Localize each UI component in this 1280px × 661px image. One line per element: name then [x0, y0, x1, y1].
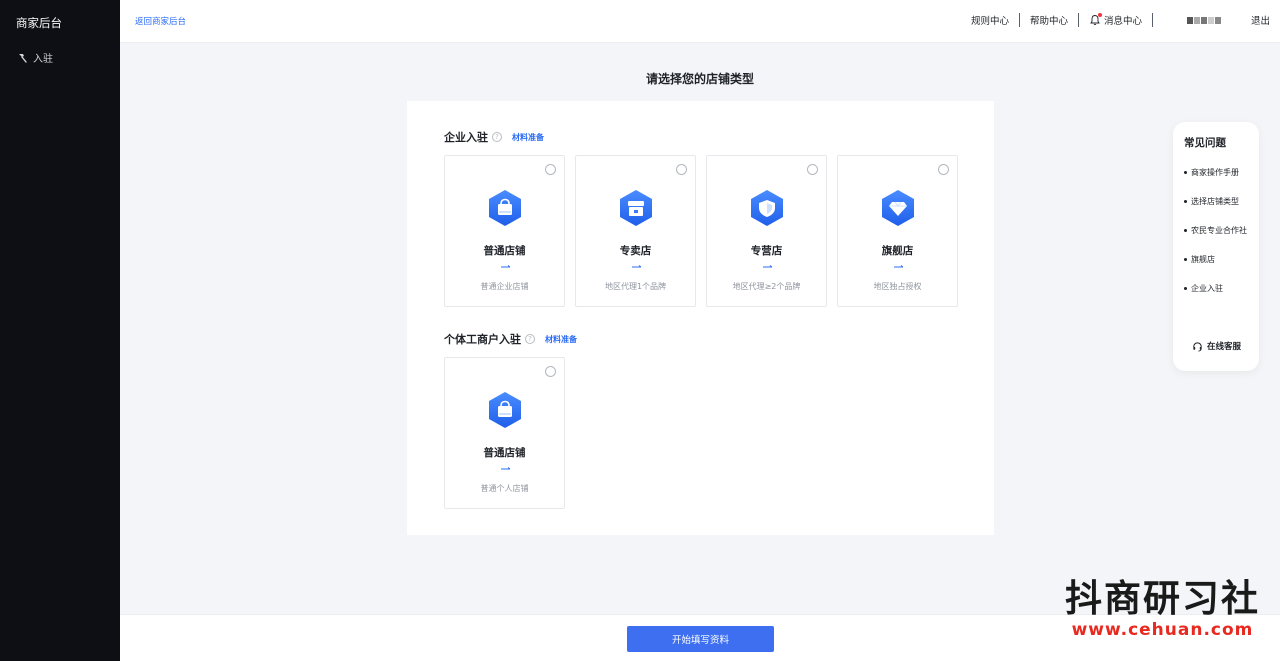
card-title: 专卖店: [619, 245, 652, 257]
question-icon[interactable]: ?: [525, 334, 535, 344]
radio-button[interactable]: [545, 164, 556, 175]
watermark: 抖商研习社 www.cehuan.com: [1065, 577, 1260, 641]
enterprise-section-header: 企业入驻 ? 材料准备: [444, 129, 544, 145]
brand-title: 商家后台: [16, 16, 62, 30]
store-card-individual-standard[interactable]: 普通店铺 普通个人店铺: [444, 357, 565, 509]
online-service-button[interactable]: 在线客服: [1192, 340, 1241, 352]
shield-icon: [751, 190, 783, 226]
nav-message-center[interactable]: 消息中心: [1089, 13, 1142, 27]
user-avatar[interactable]: [1186, 16, 1221, 24]
card-description: 普通个人店铺: [480, 484, 529, 493]
headset-icon: [1193, 341, 1202, 351]
faq-item[interactable]: 选择店铺类型: [1184, 195, 1254, 208]
faq-item[interactable]: 企业入驻: [1184, 282, 1254, 295]
nav-divider: [1077, 13, 1079, 27]
faq-title: 常见问题: [1184, 137, 1226, 149]
bag-icon: [489, 190, 521, 226]
start-fill-button[interactable]: 开始填写资料: [627, 626, 774, 652]
back-to-admin-link[interactable]: 返回商家后台: [135, 15, 186, 27]
arrow-icon: [501, 467, 511, 470]
arrow-icon: [501, 265, 511, 268]
notification-dot: [1097, 13, 1102, 17]
faq-panel: 常见问题 商家操作手册 选择店铺类型 农民专业合作社 旗舰店 企业入驻 在线客服: [1173, 122, 1259, 371]
faq-item[interactable]: 旗舰店: [1184, 253, 1254, 266]
sidebar-item-onboarding[interactable]: 入驻: [16, 50, 53, 65]
section-title: 企业入驻: [444, 131, 488, 144]
store-card-franchise[interactable]: 专营店 地区代理≥2个品牌: [706, 155, 827, 307]
radio-button[interactable]: [938, 164, 949, 175]
card-title: 普通店铺: [483, 245, 526, 257]
card-description: 地区代理1个品牌: [604, 282, 667, 291]
card-title: 旗舰店: [881, 245, 914, 257]
faq-item[interactable]: 农民专业合作社: [1184, 224, 1254, 237]
card-description: 地区代理≥2个品牌: [732, 282, 801, 291]
bell-icon: [1089, 13, 1102, 26]
materials-link[interactable]: 材料准备: [512, 132, 544, 143]
card-title: 专营店: [750, 245, 783, 257]
store-card-standard[interactable]: 普通店铺 普通企业店铺: [444, 155, 565, 307]
card-title: 普通店铺: [483, 447, 526, 459]
watermark-url: www.cehuan.com: [1071, 620, 1254, 640]
faq-list: 商家操作手册 选择店铺类型 农民专业合作社 旗舰店 企业入驻: [1184, 166, 1254, 311]
card-description: 地区独占授权: [873, 282, 922, 291]
arrow-icon: [632, 265, 642, 268]
nav-divider: [1018, 13, 1020, 27]
logout-button[interactable]: 退出: [1251, 13, 1270, 27]
card-description: 普通企业店铺: [480, 282, 529, 291]
materials-link[interactable]: 材料准备: [545, 334, 577, 345]
radio-button[interactable]: [545, 366, 556, 377]
radio-button[interactable]: [807, 164, 818, 175]
nav-help-center[interactable]: 帮助中心: [1030, 13, 1068, 27]
hammer-icon: [19, 53, 27, 63]
sidebar-item-label: 入驻: [33, 54, 53, 65]
faq-item[interactable]: 商家操作手册: [1184, 166, 1254, 179]
nav-message-label: 消息中心: [1103, 16, 1142, 27]
radio-button[interactable]: [676, 164, 687, 175]
top-header: 返回商家后台 规则中心 帮助中心 消息中心 退出: [120, 0, 1280, 43]
nav-rules-center[interactable]: 规则中心: [971, 13, 1009, 27]
top-nav: 规则中心 帮助中心 消息中心 退出: [971, 13, 1270, 27]
bag-icon: [489, 392, 521, 428]
nav-divider: [1151, 13, 1153, 27]
diamond-icon: [882, 190, 914, 226]
arrow-icon: [894, 265, 904, 268]
store-icon: [620, 190, 652, 226]
arrow-icon: [763, 265, 773, 268]
individual-section-header: 个体工商户入驻 ? 材料准备: [444, 331, 577, 347]
store-type-panel: 企业入驻 ? 材料准备 普通店铺 普通企业店铺 专卖店 地区代理1个品牌 专营店…: [407, 101, 994, 535]
question-icon[interactable]: ?: [492, 132, 502, 142]
watermark-title: 抖商研习社: [1065, 577, 1260, 620]
section-title: 个体工商户入驻: [444, 333, 521, 346]
sidebar: 商家后台 入驻: [0, 0, 120, 661]
store-card-specialty[interactable]: 专卖店 地区代理1个品牌: [575, 155, 696, 307]
store-card-flagship[interactable]: 旗舰店 地区独占授权: [837, 155, 958, 307]
page-title: 请选择您的店铺类型: [645, 72, 754, 86]
